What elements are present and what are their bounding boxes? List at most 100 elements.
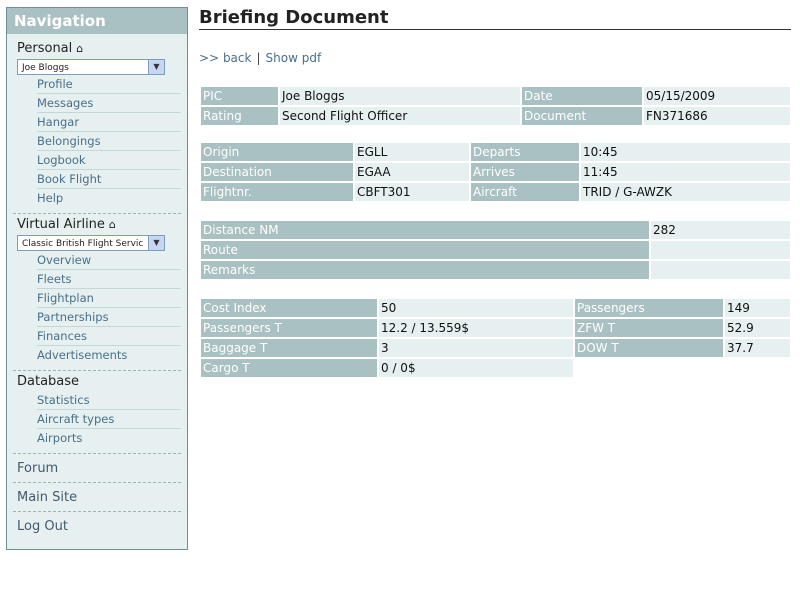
menu-item-belongings[interactable]: Belongings	[37, 132, 181, 151]
passengers-t-value: 12.2 / 13.559$	[379, 319, 573, 337]
menu-item-statistics[interactable]: Statistics	[37, 391, 181, 410]
airline-select-value: Classic British Flight Servic	[22, 239, 144, 249]
document-value: FN371686	[644, 107, 790, 125]
flightnr-label: Flightnr.	[201, 183, 353, 201]
flight-table: Origin EGLL Departs 10:45 Destination EG…	[199, 141, 792, 203]
aircraft-label: Aircraft	[471, 183, 579, 201]
table-row: Destination EGAA Arrives 11:45	[201, 163, 790, 181]
menu-item-advertisements[interactable]: Advertisements	[37, 346, 181, 364]
divider	[13, 213, 181, 214]
table-row: Baggage T 3 DOW T 37.7	[201, 339, 790, 357]
menu-item-fleets[interactable]: Fleets	[37, 270, 181, 289]
document-label: Document	[522, 107, 642, 125]
departs-value: 10:45	[581, 143, 790, 161]
pilot-table: PIC Joe Bloggs Date 05/15/2009 Rating Se…	[199, 85, 792, 127]
table-row: Passengers T 12.2 / 13.559$ ZFW T 52.9	[201, 319, 790, 337]
home-icon[interactable]: ⌂	[109, 216, 116, 234]
airline-select[interactable]: Classic British Flight Servic ▼	[17, 235, 165, 251]
database-heading: Database	[17, 374, 80, 389]
load-table: Cost Index 50 Passengers 149 Passengers …	[199, 297, 792, 379]
table-row: Origin EGLL Departs 10:45	[201, 143, 790, 161]
rating-value: Second Flight Officer	[280, 107, 520, 125]
rating-label: Rating	[201, 107, 278, 125]
remarks-label: Remarks	[201, 261, 649, 279]
baggage-t-value: 3	[379, 339, 573, 357]
dow-t-label: DOW T	[575, 339, 723, 357]
personal-menu: Profile Messages Hangar Belongings Logbo…	[37, 75, 181, 207]
cost-index-value: 50	[379, 299, 573, 317]
departs-label: Departs	[471, 143, 579, 161]
links-separator: |	[256, 51, 261, 65]
virtual-airline-label: Virtual Airline	[17, 217, 105, 232]
table-row: Distance NM 282	[201, 221, 790, 239]
table-row: Rating Second Flight Officer Document FN…	[201, 107, 790, 125]
date-label: Date	[522, 87, 642, 105]
zfw-t-value: 52.9	[725, 319, 790, 337]
page-title: Briefing Document	[199, 7, 791, 30]
show-pdf-link[interactable]: Show pdf	[266, 51, 322, 65]
chevron-down-icon[interactable]: ▼	[148, 60, 164, 74]
distance-label: Distance NM	[201, 221, 649, 239]
origin-label: Origin	[201, 143, 353, 161]
personal-section: Personal ⌂ Joe Bloggs ▼ Profile Messages …	[7, 40, 187, 207]
pic-value: Joe Bloggs	[280, 87, 520, 105]
divider	[13, 511, 181, 512]
cost-index-label: Cost Index	[201, 299, 377, 317]
menu-item-messages[interactable]: Messages	[37, 94, 181, 113]
remarks-value	[651, 261, 790, 279]
table-row: Route	[201, 241, 790, 259]
dow-t-value: 37.7	[725, 339, 790, 357]
origin-value: EGLL	[355, 143, 469, 161]
table-row: Cost Index 50 Passengers 149	[201, 299, 790, 317]
pilot-select[interactable]: Joe Bloggs ▼	[17, 59, 165, 75]
table-row: Remarks	[201, 261, 790, 279]
passengers-t-label: Passengers T	[201, 319, 377, 337]
personal-heading: Personal ⌂	[7, 40, 187, 58]
table-row: PIC Joe Bloggs Date 05/15/2009	[201, 87, 790, 105]
menu-item-help[interactable]: Help	[37, 189, 181, 207]
pic-label: PIC	[201, 87, 278, 105]
main-content: Briefing Document >> back | Show pdf PIC J…	[199, 7, 791, 377]
home-icon[interactable]: ⌂	[76, 40, 83, 58]
menu-item-hangar[interactable]: Hangar	[37, 113, 181, 132]
pilot-select-value: Joe Bloggs	[22, 63, 69, 73]
virtual-airline-section: Virtual Airline ⌂ Classic British Flight …	[7, 216, 187, 364]
menu-item-airports[interactable]: Airports	[37, 429, 181, 447]
log-out-link[interactable]: Log Out	[7, 514, 187, 540]
menu-item-finances[interactable]: Finances	[37, 327, 181, 346]
divider	[13, 370, 181, 371]
back-link[interactable]: back	[223, 51, 252, 65]
table-row: Cargo T 0 / 0$	[201, 359, 790, 377]
empty-cell	[575, 359, 723, 377]
chevron-down-icon[interactable]: ▼	[148, 236, 164, 250]
distance-value: 282	[651, 221, 790, 239]
menu-item-overview[interactable]: Overview	[37, 251, 181, 270]
empty-cell	[725, 359, 790, 377]
menu-item-logbook[interactable]: Logbook	[37, 151, 181, 170]
menu-item-aircraft-types[interactable]: Aircraft types	[37, 410, 181, 429]
menu-item-book-flight[interactable]: Book Flight	[37, 170, 181, 189]
virtual-airline-heading: Virtual Airline ⌂	[7, 216, 187, 234]
document-links: >> back | Show pdf	[199, 50, 791, 66]
main-site-link[interactable]: Main Site	[7, 485, 187, 511]
forum-link[interactable]: Forum	[7, 456, 187, 482]
baggage-t-label: Baggage T	[201, 339, 377, 357]
zfw-t-label: ZFW T	[575, 319, 723, 337]
divider	[13, 453, 181, 454]
menu-item-profile[interactable]: Profile	[37, 75, 181, 94]
arrives-label: Arrives	[471, 163, 579, 181]
cargo-t-label: Cargo T	[201, 359, 377, 377]
navigation-title: Navigation	[7, 8, 187, 34]
destination-label: Destination	[201, 163, 353, 181]
divider	[13, 482, 181, 483]
menu-item-partnerships[interactable]: Partnerships	[37, 308, 181, 327]
navigation-sidebar: Navigation Personal ⌂ Joe Bloggs ▼ Profil…	[6, 7, 188, 550]
route-label: Route	[201, 241, 649, 259]
aircraft-value: TRID / G-AWZK	[581, 183, 790, 201]
database-section: Database Statistics Aircraft types Airpo…	[7, 373, 187, 447]
cargo-t-value: 0 / 0$	[379, 359, 573, 377]
menu-item-flightplan[interactable]: Flightplan	[37, 289, 181, 308]
airline-menu: Overview Fleets Flightplan Partnerships …	[37, 251, 181, 364]
route-table: Distance NM 282 Route Remarks	[199, 219, 792, 281]
route-value	[651, 241, 790, 259]
